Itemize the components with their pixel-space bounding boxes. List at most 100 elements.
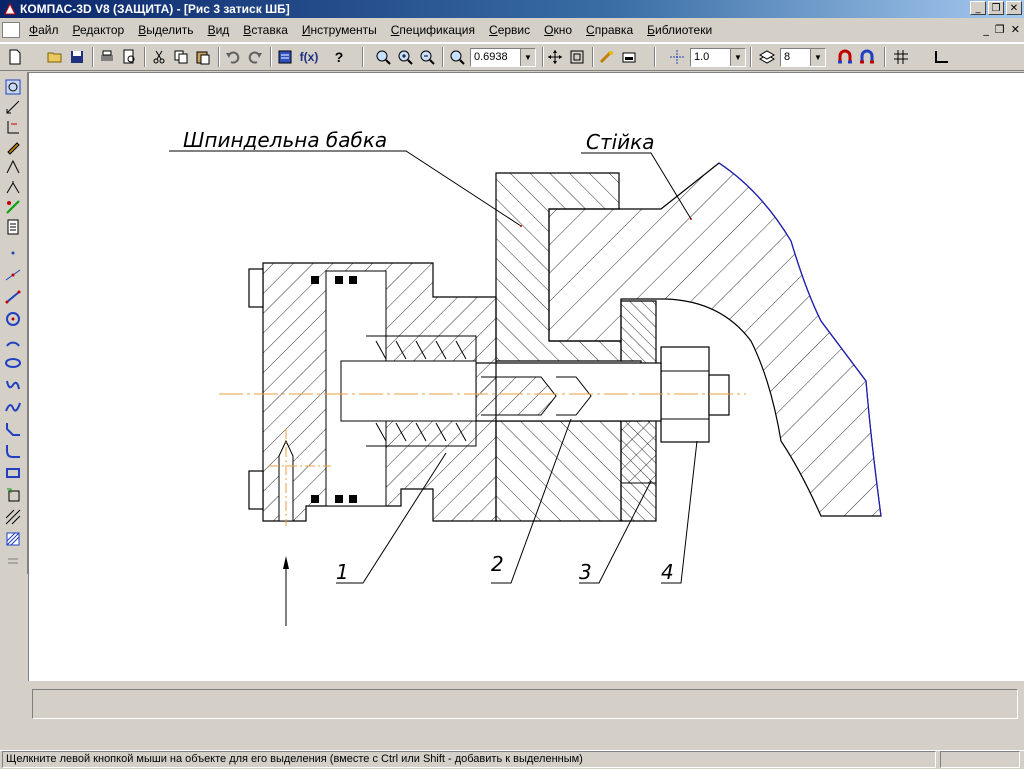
segment-tool-icon[interactable] — [4, 288, 22, 306]
layers-view-icon[interactable] — [620, 48, 638, 66]
menu-select[interactable]: Выделить — [131, 23, 200, 37]
edit-tool-icon[interactable] — [4, 138, 22, 156]
close-button[interactable]: ✕ — [1006, 1, 1022, 15]
zoom-in-icon[interactable] — [396, 48, 414, 66]
print-icon[interactable] — [98, 48, 116, 66]
callout-3: 3 — [579, 560, 592, 584]
nut-part-3-face — [620, 420, 657, 484]
menu-tools[interactable]: Инструменты — [295, 23, 384, 37]
more-tools-icon[interactable] — [4, 552, 22, 570]
redo-icon[interactable] — [246, 48, 264, 66]
layers-icon[interactable] — [758, 48, 776, 66]
step-cursor-icon[interactable] — [668, 48, 686, 66]
print-preview-icon[interactable] — [120, 48, 138, 66]
cut-icon[interactable] — [150, 48, 168, 66]
chevron-down-icon[interactable]: ▼ — [810, 49, 825, 66]
callout-2: 2 — [491, 552, 504, 576]
bolt-end[interactable] — [708, 374, 730, 416]
kompas-app-icon[interactable] — [3, 2, 17, 16]
status-cell — [940, 751, 1020, 768]
chevron-down-icon[interactable]: ▼ — [730, 49, 745, 66]
label-column: Стійка — [586, 130, 655, 154]
zoom-value: 0.6938 — [474, 51, 508, 63]
property-bar — [28, 683, 1024, 729]
save-icon[interactable] — [68, 48, 86, 66]
grid-icon[interactable] — [892, 48, 910, 66]
layer-value: 8 — [784, 51, 791, 63]
maximize-button[interactable]: ❐ — [988, 1, 1004, 15]
copy-icon[interactable] — [172, 48, 190, 66]
rectangle-tool-icon[interactable] — [4, 464, 22, 482]
hatch-tool-icon[interactable] — [4, 508, 22, 526]
zoom-icon[interactable] — [374, 48, 392, 66]
menu-view[interactable]: Вид — [201, 23, 237, 37]
menu-insert[interactable]: Вставка — [236, 23, 295, 37]
open-folder-icon[interactable] — [46, 48, 64, 66]
variables-icon[interactable] — [276, 48, 294, 66]
pan-icon[interactable] — [546, 48, 564, 66]
zoom-scale-icon[interactable] — [448, 48, 466, 66]
callout-4: 4 — [661, 560, 674, 584]
menu-specification[interactable]: Спецификация — [384, 23, 482, 37]
show-all-icon[interactable] — [568, 48, 586, 66]
doc-close-button[interactable]: ✕ — [1011, 23, 1020, 36]
nurbs-tool-icon[interactable] — [4, 376, 22, 394]
fill-tool-icon[interactable] — [4, 530, 22, 548]
doc-minimize-button[interactable]: _ — [983, 23, 989, 36]
undo-icon[interactable] — [224, 48, 242, 66]
technical-drawing: Шпиндельна бабка Стійка 1 2 3 4 — [169, 128, 882, 626]
measure-tool-icon[interactable] — [4, 178, 22, 196]
compact-panel — [0, 72, 28, 574]
arc-tool-icon[interactable] — [4, 332, 22, 350]
step-combo[interactable]: 1.0 ▼ — [690, 48, 746, 67]
zoom-out-icon[interactable] — [418, 48, 436, 66]
menu-bar: Файл Редактор Выделить Вид Вставка Инстр… — [0, 18, 1024, 43]
title-bar: КОМПАС-3D V8 (ЗАЩИТА) - [Рис 3 затиск ШБ… — [0, 0, 1024, 18]
status-bar: Щелкните левой кнопкой мыши на объекте д… — [0, 750, 1024, 769]
drawing-canvas[interactable]: Шпиндельна бабка Стійка 1 2 3 4 — [28, 72, 1024, 681]
ellipse-tool-icon[interactable] — [4, 354, 22, 372]
menu-file[interactable]: Файл — [22, 23, 66, 37]
document-icon[interactable] — [2, 22, 20, 38]
bolt-head-top[interactable] — [248, 268, 264, 308]
fx-button[interactable]: f(x) — [298, 48, 320, 66]
doc-restore-button[interactable]: ❐ — [995, 23, 1005, 36]
collect-contour-icon[interactable] — [4, 486, 22, 504]
paste-icon[interactable] — [194, 48, 212, 66]
callout-1: 1 — [336, 560, 349, 584]
menu-service[interactable]: Сервис — [482, 23, 537, 37]
help-pointer-button[interactable]: ? — [330, 48, 348, 66]
menu-window[interactable]: Окно — [537, 23, 579, 37]
circle-tool-icon[interactable] — [4, 310, 22, 328]
chevron-down-icon[interactable]: ▼ — [520, 49, 535, 66]
bolt-head-bottom[interactable] — [248, 470, 264, 510]
local-snap-icon[interactable] — [858, 48, 876, 66]
step-value: 1.0 — [694, 51, 710, 63]
parametrization-tool-icon[interactable] — [4, 158, 22, 176]
zoom-combo[interactable]: 0.6938 ▼ — [470, 48, 536, 67]
menu-editor[interactable]: Редактор — [66, 23, 132, 37]
specification-tool-icon[interactable] — [4, 218, 22, 236]
geometry-tool-icon[interactable] — [4, 78, 22, 96]
window-title: КОМПАС-3D V8 (ЗАЩИТА) - [Рис 3 затиск ШБ… — [20, 2, 290, 16]
new-document-icon[interactable] — [6, 48, 24, 66]
label-headstock: Шпиндельна бабка — [183, 128, 387, 152]
refresh-icon[interactable] — [598, 48, 616, 66]
snap-magnet-icon[interactable] — [836, 48, 854, 66]
select-tool-icon[interactable] — [4, 198, 22, 216]
headstock-lower[interactable] — [495, 420, 622, 522]
fillet-tool-icon[interactable] — [4, 442, 22, 460]
menu-libraries[interactable]: Библиотеки — [640, 23, 719, 37]
chamfer-tool-icon[interactable] — [4, 420, 22, 438]
menu-help[interactable]: Справка — [579, 23, 640, 37]
dimensions-tool-icon[interactable] — [4, 98, 22, 116]
status-message: Щелкните левой кнопкой мыши на объекте д… — [2, 751, 936, 768]
symbols-tool-icon[interactable] — [4, 118, 22, 136]
point-tool-icon[interactable] — [4, 244, 22, 262]
auxiliary-line-icon[interactable] — [4, 266, 22, 284]
ortho-icon[interactable] — [932, 48, 950, 66]
layer-combo[interactable]: 8 ▼ — [780, 48, 826, 67]
property-panel[interactable] — [32, 689, 1018, 719]
minimize-button[interactable]: _ — [970, 1, 986, 15]
polyline-tool-icon[interactable] — [4, 398, 22, 416]
